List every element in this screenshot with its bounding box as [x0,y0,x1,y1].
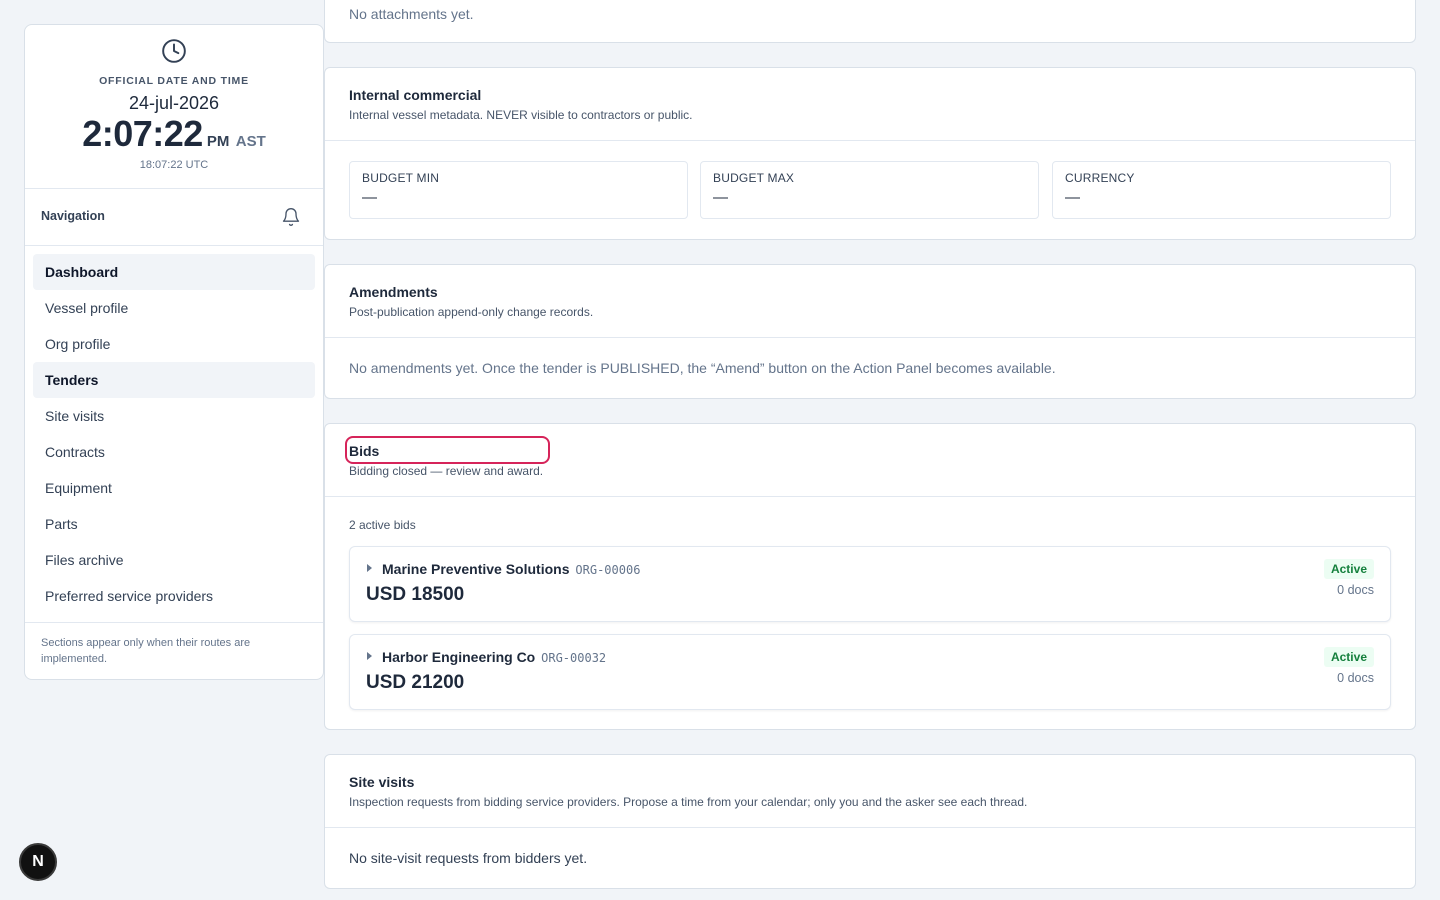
navigation-header: Navigation [25,189,323,246]
dev-tools-badge[interactable]: N [19,843,57,881]
bid-org-id: ORG-00032 [541,651,607,665]
site-visits-title: Site visits [349,774,415,790]
bell-icon[interactable] [281,207,301,227]
internal-commercial-subtitle: Internal vessel metadata. NEVER visible … [349,108,693,122]
bid-provider-name: Marine Preventive Solutions [382,561,570,577]
bids-card: Bids Bidding closed — review and award. … [324,423,1416,730]
bid-provider: Marine Preventive Solutions ORG-00006 [382,561,640,577]
bid-amount: USD 21200 [366,672,465,693]
amendments-title: Amendments [349,284,438,300]
clock-icon [162,39,186,63]
site-visits-card: Site visits Inspection requests from bid… [324,754,1416,889]
site-visits-header: Site visits Inspection requests from bid… [325,755,1415,828]
attachments-empty-text: No attachments yet. [349,6,474,22]
sidebar-item-contracts[interactable]: Contracts [33,434,315,470]
clock-date: 24-jul-2026 [128,93,220,113]
expand-caret-icon[interactable] [367,564,372,572]
amendments-empty-text: No amendments yet. Once the tender is PU… [349,360,1056,376]
internal-commercial-title: Internal commercial [349,87,482,103]
sidebar-item-tenders[interactable]: Tenders [33,362,315,398]
budget-max-label: BUDGET MAX [713,171,795,185]
amendments-card: Amendments Post-publication append-only … [324,264,1416,399]
amendments-subtitle: Post-publication append-only change reco… [349,305,594,319]
budget-max-field: BUDGET MAX — [700,161,1039,219]
navigation-title: Navigation [41,209,105,223]
bid-docs-count: 0 docs [1337,583,1374,597]
sidebar-item-files-archive[interactable]: Files archive [33,542,315,578]
bid-amount: USD 18500 [366,584,465,605]
bids-header: Bids Bidding closed — review and award. [325,424,1415,497]
sidebar-item-preferred-service-providers[interactable]: Preferred service providers [33,578,315,614]
sidebar: OFFICIAL DATE AND TIME 24-jul-2026 2:07:… [24,24,324,680]
clock-label: OFFICIAL DATE AND TIME [99,75,249,87]
currency-label: CURRENCY [1065,171,1135,185]
sidebar-item-parts[interactable]: Parts [33,506,315,542]
bid-org-id: ORG-00006 [575,563,641,577]
navigation-list: Dashboard Vessel profile Org profile Ten… [25,246,323,623]
sidebar-note: Sections appear only when their routes a… [41,637,251,665]
bid-card[interactable]: Marine Preventive Solutions ORG-00006 US… [349,546,1391,622]
currency-field: CURRENCY — [1052,161,1391,219]
budget-min-field: BUDGET MIN — [349,161,688,219]
bid-provider-name: Harbor Engineering Co [382,649,536,665]
internal-commercial-card: Internal commercial Internal vessel meta… [324,67,1416,240]
site-visits-subtitle: Inspection requests from bidding service… [349,795,1028,809]
sidebar-item-site-visits[interactable]: Site visits [33,398,315,434]
status-badge: Active [1323,559,1374,579]
bids-count: 2 active bids [349,518,416,532]
budget-min-label: BUDGET MIN [362,171,440,185]
bids-subtitle: Bidding closed — review and award. [349,464,544,478]
clock-timezone: AST [235,133,266,150]
clock-utc: 18:07:22 UTC [139,159,209,171]
budget-min-value: — [362,189,377,206]
clock-time-row: 2:07:22 PM AST [25,113,323,155]
amendments-header: Amendments Post-publication append-only … [325,265,1415,338]
bids-title-highlight [345,436,550,464]
bid-docs-count: 0 docs [1337,671,1374,685]
sidebar-item-equipment[interactable]: Equipment [33,470,315,506]
bid-card[interactable]: Harbor Engineering Co ORG-00032 USD 2120… [349,634,1391,710]
official-clock: OFFICIAL DATE AND TIME 24-jul-2026 2:07:… [25,25,323,189]
expand-caret-icon[interactable] [367,652,372,660]
clock-ampm: PM [206,133,230,150]
sidebar-item-dashboard[interactable]: Dashboard [33,254,315,290]
bid-provider: Harbor Engineering Co ORG-00032 [382,649,606,665]
sidebar-item-org-profile[interactable]: Org profile [33,326,315,362]
internal-commercial-header: Internal commercial Internal vessel meta… [325,68,1415,141]
currency-value: — [1065,189,1080,206]
status-badge: Active [1323,647,1374,667]
attachments-card: No attachments yet. [324,0,1416,43]
site-visits-empty-text: No site-visit requests from bidders yet. [349,850,588,866]
clock-time: 2:07:22 [82,113,203,154]
sidebar-item-vessel-profile[interactable]: Vessel profile [33,290,315,326]
budget-max-value: — [713,189,728,206]
